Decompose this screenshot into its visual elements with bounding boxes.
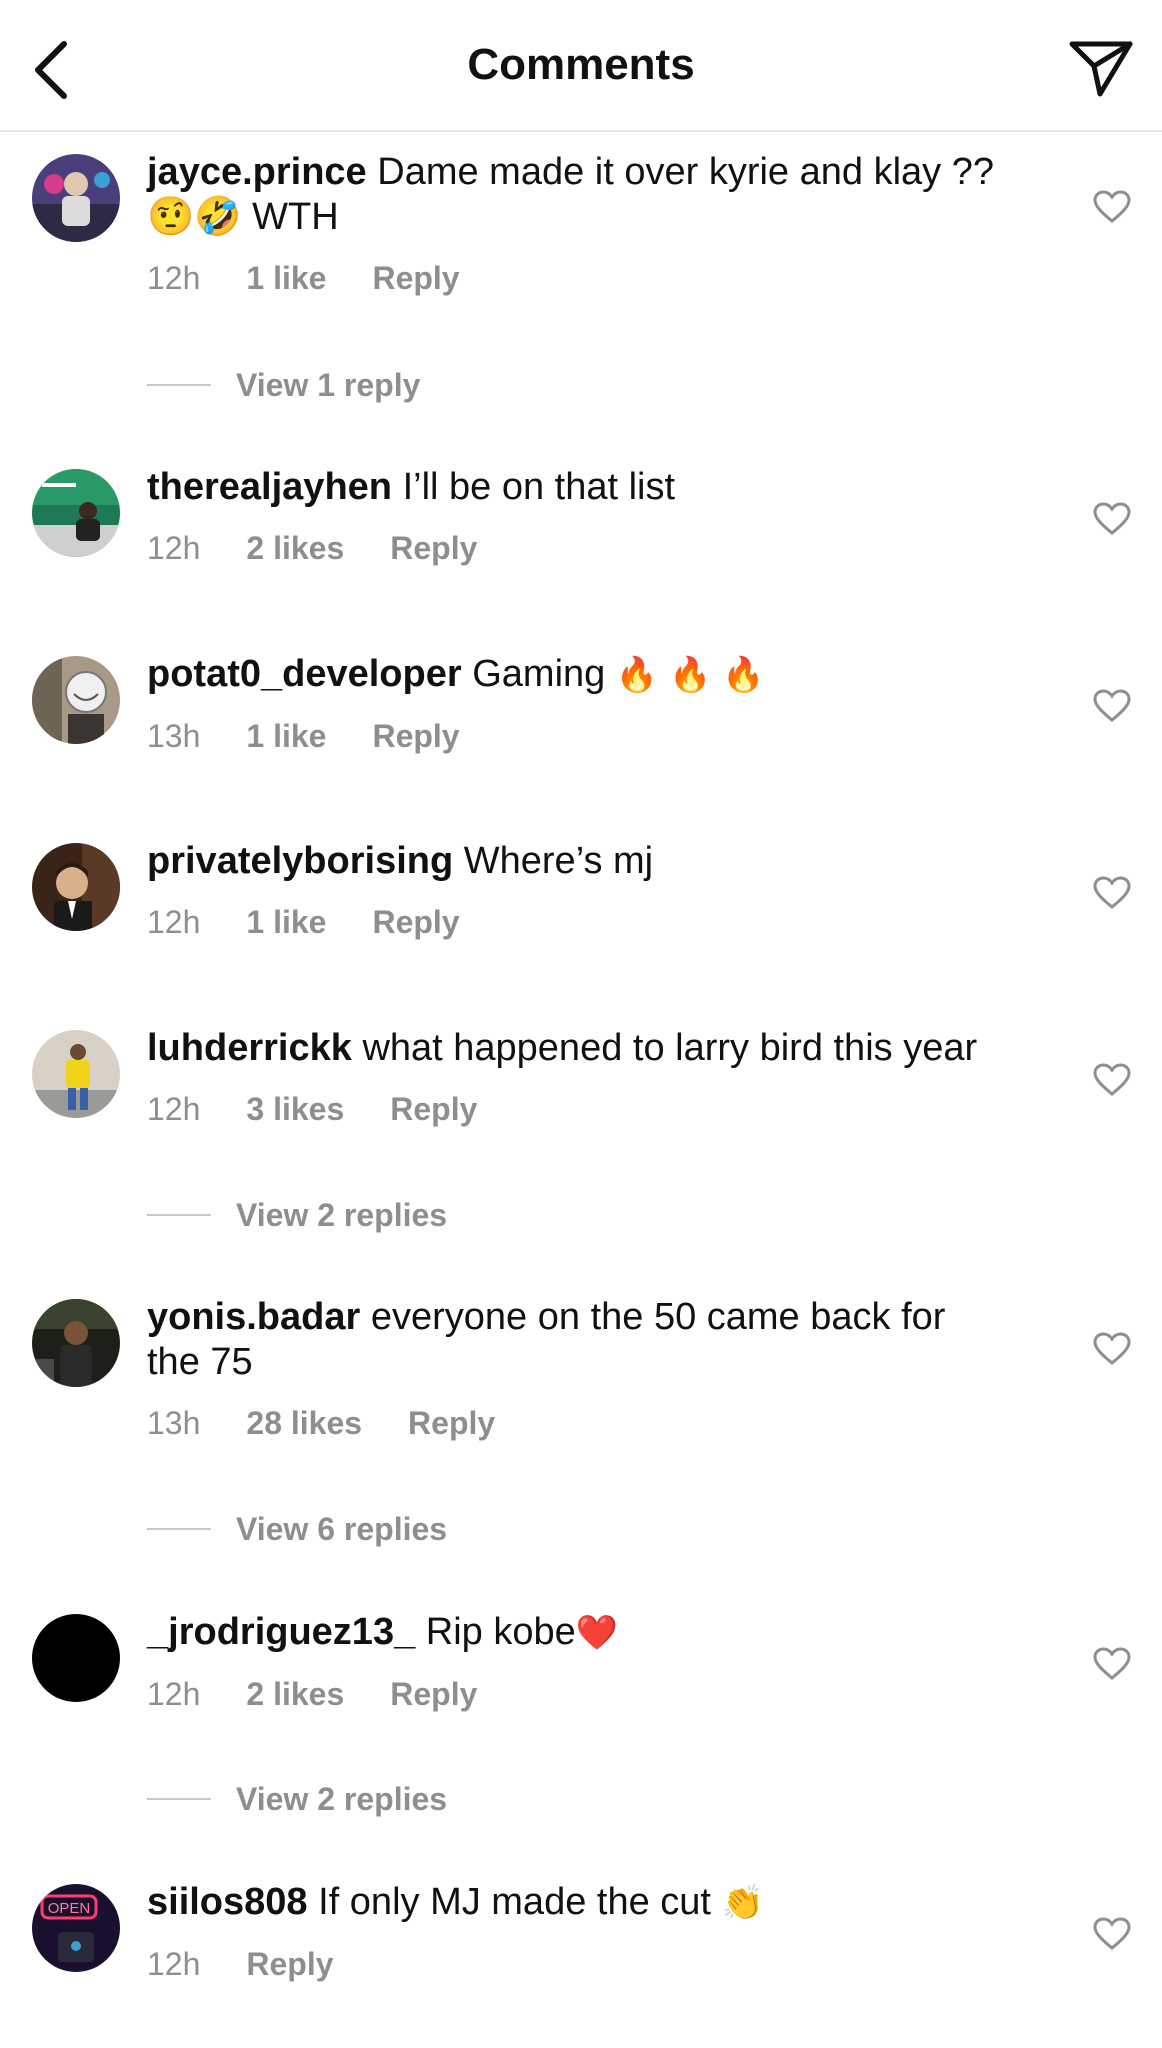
share-button[interactable] <box>1068 36 1134 100</box>
avatar[interactable] <box>32 1299 120 1387</box>
view-replies-label: View 2 replies <box>236 1780 448 1817</box>
heart-emoji: ❤️ <box>575 1613 619 1653</box>
comment-text: potat0_developer Gaming 🔥 🔥 🔥 <box>147 652 1047 698</box>
divider-line <box>147 1214 211 1216</box>
view-replies-button[interactable]: View 2 replies <box>147 1779 447 1819</box>
comment-body: Rip kobe <box>425 1611 576 1653</box>
comment-text: luhderrickk what happened to larry bird … <box>147 1026 1047 1071</box>
reply-button[interactable]: Reply <box>408 1405 495 1442</box>
comment-body: what happened to larry bird this year <box>362 1027 978 1069</box>
comment-likes[interactable]: 28 likes <box>246 1405 362 1442</box>
divider-line <box>147 1528 211 1530</box>
view-replies-button[interactable]: View 2 replies <box>147 1195 447 1235</box>
reply-button[interactable]: Reply <box>390 1676 477 1713</box>
view-replies-button[interactable]: View 6 replies <box>147 1509 447 1549</box>
comment-body: Gaming <box>472 653 606 695</box>
clapping-emoji: 👏 <box>721 1883 764 1923</box>
view-replies-label: View 1 reply <box>236 366 421 403</box>
avatar[interactable] <box>32 656 120 744</box>
comment-likes[interactable]: 2 likes <box>246 530 344 567</box>
neon-sign-text: OPEN <box>48 1900 91 1917</box>
comment-username[interactable]: yonis.badar <box>147 1296 360 1338</box>
divider-line <box>147 384 211 386</box>
comment-time: 12h <box>147 1091 201 1127</box>
comment-meta: 12h 3 likes Reply <box>147 1091 1047 1128</box>
comment-likes[interactable]: 2 likes <box>246 1676 344 1713</box>
reply-button[interactable]: Reply <box>372 718 459 755</box>
heart-icon[interactable] <box>1093 190 1131 224</box>
comment-text: jayce.prince Dame made it over kyrie and… <box>147 150 1047 240</box>
comment-body-line2: the 75 <box>147 1341 253 1383</box>
heart-icon[interactable] <box>1093 1647 1131 1681</box>
comment-text: siilos808 If only MJ made the cut 👏 <box>147 1880 1047 1926</box>
comment-username[interactable]: potat0_developer <box>147 653 462 695</box>
view-replies-label: View 6 replies <box>236 1510 448 1547</box>
heart-icon[interactable] <box>1093 1063 1131 1097</box>
comment-username[interactable]: jayce.prince <box>147 151 367 193</box>
comment-body-line2: 🤨🤣 WTH <box>147 196 339 238</box>
comment-body: I’ll be on that list <box>402 466 676 508</box>
comment-username[interactable]: siilos808 <box>147 1881 308 1923</box>
heart-icon[interactable] <box>1093 1917 1131 1951</box>
avatar[interactable] <box>32 154 120 242</box>
comment-username[interactable]: therealjayhen <box>147 466 392 508</box>
comment-likes[interactable]: 1 like <box>246 904 326 941</box>
comment-text: yonis.badar everyone on the 50 came back… <box>147 1295 1047 1385</box>
divider-line <box>147 1798 211 1800</box>
view-replies-button[interactable]: View 1 reply <box>147 365 420 405</box>
comment-meta: 13h 28 likes Reply <box>147 1405 1047 1442</box>
comment-username[interactable]: privatelyborising <box>147 840 453 882</box>
fire-emoji: 🔥 🔥 🔥 <box>615 655 765 695</box>
comment-text: privatelyborising Where’s mj <box>147 839 1047 884</box>
reply-button[interactable]: Reply <box>372 904 459 941</box>
comment-meta: 13h 1 like Reply <box>147 718 1047 755</box>
comment-likes[interactable]: 3 likes <box>246 1091 344 1128</box>
comment-time: 12h <box>147 260 201 296</box>
comment-likes[interactable]: 1 like <box>246 718 326 755</box>
comment-time: 12h <box>147 530 201 566</box>
comment-meta: 12h 2 likes Reply <box>147 1676 1047 1713</box>
comment-meta: 12h 1 like Reply <box>147 904 1047 941</box>
comment-meta: 12h Reply <box>147 1946 1047 1983</box>
comment-time: 12h <box>147 1946 201 1982</box>
comment-body: Where’s mj <box>463 840 654 882</box>
heart-icon[interactable] <box>1093 689 1131 723</box>
comment-meta: 12h 1 like Reply <box>147 260 1047 297</box>
avatar[interactable] <box>32 1030 120 1118</box>
page-title: Comments <box>467 40 695 89</box>
avatar[interactable] <box>32 843 120 931</box>
comment-time: 12h <box>147 904 201 940</box>
comment-likes[interactable]: 1 like <box>246 260 326 297</box>
heart-icon[interactable] <box>1093 502 1131 536</box>
comment-body: Dame made it over kyrie and klay ?? <box>377 151 994 193</box>
comment-body: If only MJ made the cut <box>318 1881 711 1923</box>
heart-icon[interactable] <box>1093 1332 1131 1366</box>
avatar[interactable] <box>32 1614 120 1702</box>
comment-body: everyone on the 50 came back for <box>370 1296 946 1338</box>
avatar[interactable] <box>32 469 120 557</box>
paper-plane-icon <box>1069 41 1133 97</box>
avatar[interactable]: OPEN <box>32 1884 120 1972</box>
header: Comments <box>0 0 1162 132</box>
comment-username[interactable]: _jrodriguez13_ <box>147 1611 415 1653</box>
comment-time: 13h <box>147 718 201 754</box>
reply-button[interactable]: Reply <box>372 260 459 297</box>
comment-username[interactable]: luhderrickk <box>147 1027 352 1069</box>
reply-button[interactable]: Reply <box>390 1091 477 1128</box>
comment-text: therealjayhen I’ll be on that list <box>147 465 1047 510</box>
heart-icon[interactable] <box>1093 876 1131 910</box>
reply-button[interactable]: Reply <box>390 530 477 567</box>
reply-button[interactable]: Reply <box>246 1946 333 1983</box>
comment-text: _jrodriguez13_ Rip kobe❤️ <box>147 1610 1047 1656</box>
view-replies-label: View 2 replies <box>236 1196 448 1233</box>
comment-meta: 12h 2 likes Reply <box>147 530 1047 567</box>
comment-time: 12h <box>147 1676 201 1712</box>
comment-time: 13h <box>147 1405 201 1441</box>
